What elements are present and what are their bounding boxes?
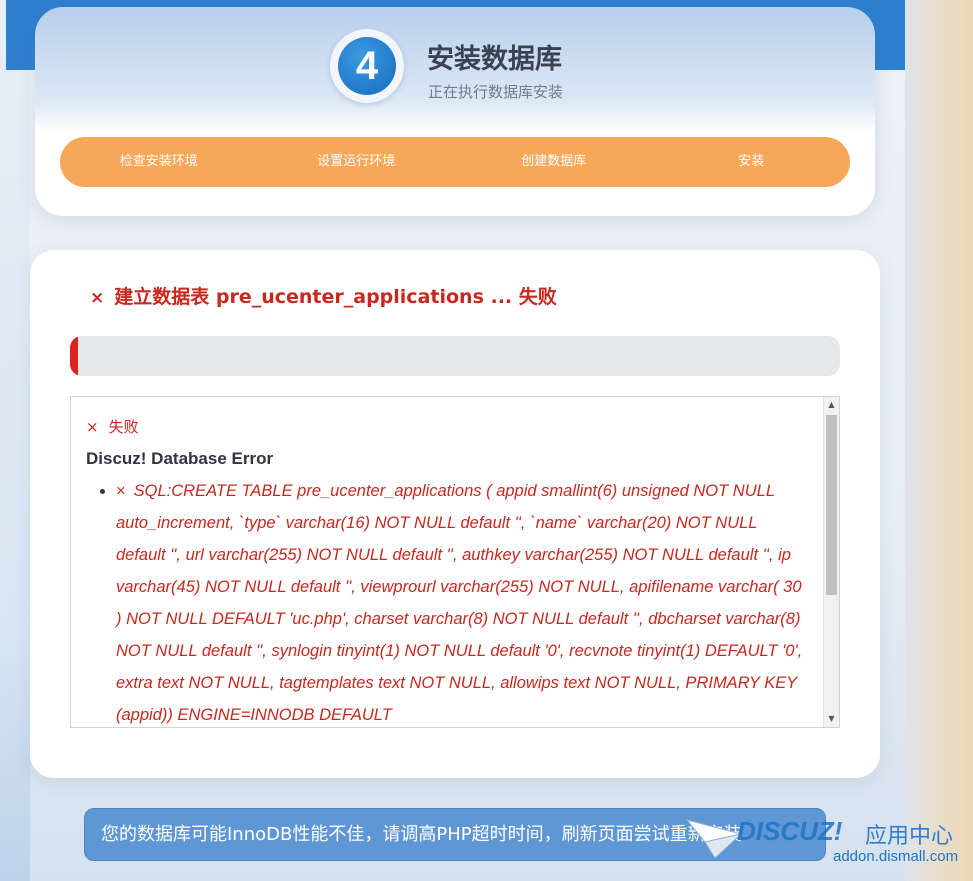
install-log-box[interactable]: ×失败 Discuz! Database Error ×SQL:CREATE T…: [70, 396, 840, 728]
dismall-watermark: DISCUZ! 应用中心 addon.dismall.com: [685, 812, 965, 876]
fail-x-icon: ×: [86, 418, 99, 436]
watermark-label: 应用中心: [865, 824, 954, 849]
log-scrollbar[interactable]: ▲ ▼: [823, 397, 839, 727]
install-header-card: 4 安装数据库 正在执行数据库安装 检查安装环境 设置运行环境 创建数据库 安装: [35, 7, 875, 216]
step-setup-environment: 设置运行环境: [317, 154, 396, 169]
install-log-content: ×失败 Discuz! Database Error ×SQL:CREATE T…: [86, 411, 806, 727]
paper-plane-icon: [685, 819, 743, 859]
page-background-left: [0, 0, 30, 881]
log-fail-text: 失败: [108, 418, 139, 436]
error-list: ×SQL:CREATE TABLE pre_ucenter_applicatio…: [86, 475, 806, 727]
log-fail-line: × 失败: [86, 411, 806, 443]
right-side-panel: [905, 0, 973, 881]
install-status-card: × 建立数据表 pre_ucenter_applications ... 失败 ×…: [30, 250, 880, 778]
watermark-brand: DISCUZ!: [737, 816, 843, 846]
error-list-item: ×SQL:CREATE TABLE pre_ucenter_applicatio…: [116, 475, 806, 727]
step-install: 安装: [738, 154, 765, 169]
scroll-down-arrow-icon[interactable]: ▼: [824, 711, 839, 727]
step-create-database: 创建数据库: [521, 154, 587, 169]
step-number: 4: [338, 37, 396, 95]
watermark-url: addon.dismall.com: [833, 848, 959, 865]
step-subtitle: 正在执行数据库安装: [428, 83, 564, 101]
scroll-up-arrow-icon[interactable]: ▲: [824, 397, 839, 413]
error-x-icon: ×: [90, 288, 105, 308]
step-title: 安装数据库: [427, 44, 562, 75]
sql-error-text: SQL:CREATE TABLE pre_ucenter_application…: [116, 482, 803, 724]
install-progress-fill: [70, 336, 78, 376]
step-check-environment: 检查安装环境: [119, 154, 198, 169]
database-error-title: Discuz! Database Error: [86, 449, 274, 468]
status-heading: × 建立数据表 pre_ucenter_applications ... 失败: [90, 282, 557, 309]
scrollbar-thumb[interactable]: [826, 415, 837, 595]
status-heading-text: 建立数据表 pre_ucenter_applications ... 失败: [114, 286, 557, 308]
install-progress-bar: [70, 336, 840, 376]
error-item-x-icon: ×: [116, 482, 126, 500]
install-steps-bar: 检查安装环境 设置运行环境 创建数据库 安装: [60, 137, 850, 187]
step-number-badge: 4: [330, 29, 404, 103]
